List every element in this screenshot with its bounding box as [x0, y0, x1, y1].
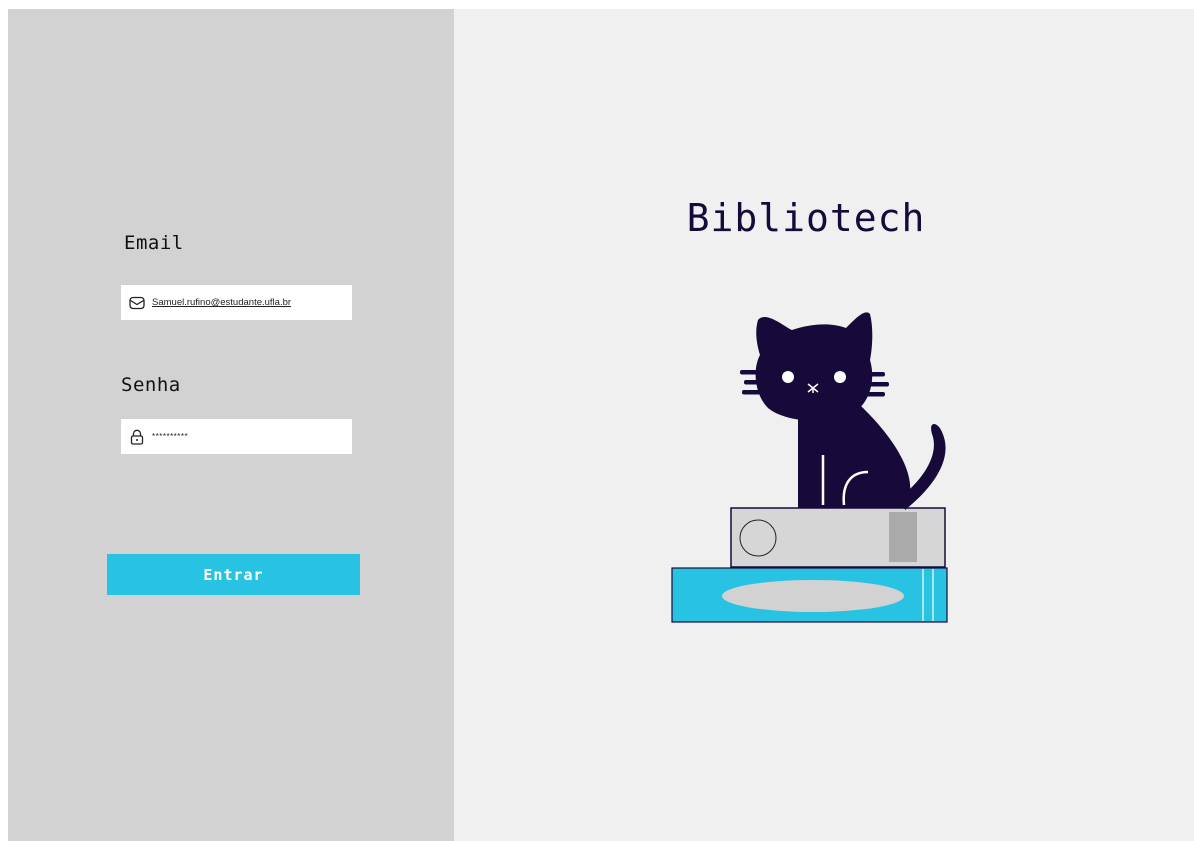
- lock-icon: [128, 428, 146, 446]
- cat-on-books-illustration: [671, 312, 948, 623]
- password-input[interactable]: [152, 432, 347, 441]
- email-input[interactable]: [152, 297, 347, 308]
- app-title: Bibliotech: [686, 196, 926, 240]
- email-label: Email: [124, 232, 184, 254]
- cat-right-eye: [834, 371, 846, 383]
- cat-left-eye: [782, 371, 794, 383]
- email-field[interactable]: [121, 285, 352, 320]
- password-label: Senha: [121, 374, 181, 396]
- top-book: [730, 507, 946, 568]
- mail-icon: [128, 294, 146, 312]
- login-button[interactable]: Entrar: [107, 554, 360, 595]
- bottom-book: [671, 567, 948, 623]
- password-field[interactable]: [121, 419, 352, 454]
- cat: [740, 312, 946, 510]
